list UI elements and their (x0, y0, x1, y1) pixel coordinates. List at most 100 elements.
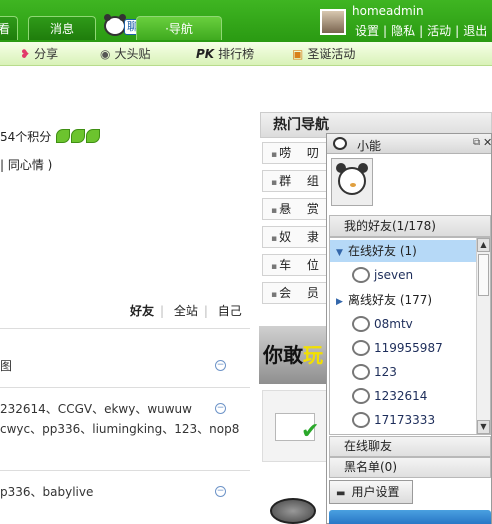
banner-text: 你敢 (263, 343, 303, 367)
feed-item-text: p336、babylive (0, 485, 94, 499)
my-friends-header[interactable]: 我的好友(1/178) (329, 215, 491, 237)
scroll-up-icon[interactable]: ▲ (477, 238, 490, 252)
online-chat-section[interactable]: 在线聊友 (329, 436, 491, 457)
activity-link[interactable]: 活动 (427, 24, 451, 38)
leaf-icon (56, 129, 71, 143)
top-header: 看 消息 聊 ·导航 homeadmin 设置 | 隐私 | 活动 | 退出 (0, 0, 492, 42)
big-post-label: 大头贴 (114, 47, 151, 61)
feed-item-text: 图 (0, 359, 13, 373)
tab-partial[interactable]: 看 (0, 16, 18, 40)
friend-name: 123 (374, 365, 397, 379)
popout-icon[interactable]: ⧉ (473, 137, 480, 148)
banner-highlight: 玩 (303, 343, 323, 367)
hot-nav-item[interactable]: 悬 赏 (262, 198, 330, 220)
chat-title: 小能 (357, 139, 382, 153)
collapse-icon[interactable]: − (215, 403, 226, 414)
checkmark-icon: ✔ (301, 419, 320, 444)
privacy-link[interactable]: 隐私 (391, 24, 415, 38)
friends-list[interactable]: ▼ 在线好友 (1) jseven ▶ 离线好友 (177) 08mtv 11995… (329, 237, 491, 435)
friend-name: 08mtv (374, 317, 413, 331)
logout-link[interactable]: 退出 (463, 24, 487, 38)
chat-footer-bar (329, 510, 491, 524)
leaf-icon (71, 129, 86, 143)
scroll-thumb[interactable] (478, 254, 489, 296)
group-label: 在线好友 (1) (348, 244, 417, 258)
points-text: 54个积分 (0, 130, 52, 144)
camera-icon: ◉ (100, 47, 111, 61)
divider (0, 470, 250, 471)
avatar[interactable] (320, 9, 346, 35)
gift-icon: ▣ (292, 47, 304, 61)
friend-name: 17173333 (374, 413, 436, 427)
friend-item[interactable]: 119955987 (352, 337, 443, 359)
tab-navigation[interactable]: ·导航 (136, 16, 222, 40)
chevron-right-icon: ▶ (336, 297, 343, 307)
points-line: 54个积分 (0, 128, 101, 145)
heart-icon: ❥ (20, 47, 31, 61)
mood-text[interactable]: | 同心情 ) (0, 156, 52, 173)
friend-item[interactable]: 08mtv (352, 313, 413, 335)
share-link[interactable]: ❥ 分享 (20, 45, 58, 63)
scrollbar[interactable]: ▲ ▼ (476, 238, 490, 434)
pk-icon: PK (196, 47, 215, 61)
chat-avatar[interactable] (331, 158, 373, 206)
hot-nav-item[interactable]: 车 位 (262, 254, 330, 276)
leaf-icon (86, 129, 101, 143)
sub-nav: ❥ 分享 ◉ 大头贴 PK 排行榜 ▣ 圣诞活动 (0, 42, 492, 66)
feed-item-text: 232614、CCGV、ekwy、wuwuw (0, 402, 192, 416)
blacklist-section[interactable]: 黑名单(0) (329, 457, 491, 478)
bear-icon (104, 14, 126, 36)
close-icon[interactable]: ✕ (483, 136, 492, 149)
divider (0, 387, 250, 388)
bear-icon (352, 388, 370, 404)
friend-item[interactable]: jseven (352, 264, 413, 286)
share-label: 分享 (34, 47, 59, 61)
hot-nav-item[interactable]: 会 员 (262, 282, 330, 304)
ranking-label: 排行榜 (218, 47, 255, 61)
chat-header[interactable]: 小能 ⧉ ✕ (327, 134, 492, 154)
collapse-icon[interactable]: − (215, 360, 226, 371)
chevron-down-icon: ▼ (336, 248, 343, 258)
ranking-link[interactable]: PK 排行榜 (196, 45, 254, 63)
feed-item-text: cwyc、pp336、liumingking、123、nop8 (0, 422, 240, 436)
bear-icon (352, 267, 370, 283)
friend-item[interactable]: 123 (352, 361, 397, 383)
hot-nav-item[interactable]: 奴 隶 (262, 226, 330, 248)
friend-name: 119955987 (374, 341, 443, 355)
bear-icon (336, 163, 368, 195)
bear-icon (352, 364, 370, 380)
friend-item[interactable]: 17173333 (352, 409, 435, 431)
christmas-link[interactable]: ▣ 圣诞活动 (292, 45, 355, 63)
friend-item[interactable]: 1232614 (352, 385, 427, 407)
user-settings-button[interactable]: ▬ 用户设置 (329, 480, 413, 504)
chat-popup: 小能 ⧉ ✕ 我的好友(1/178) ▼ 在线好友 (1) jseven ▶ 离线好… (326, 133, 492, 524)
promo-banner[interactable]: 你敢玩 (259, 326, 331, 384)
filter-friends[interactable]: 好友 (130, 304, 154, 318)
divider (0, 328, 250, 329)
user-settings-label: 用户设置 (351, 485, 400, 499)
big-post-link[interactable]: ◉ 大头贴 (100, 45, 151, 63)
bear-icon (352, 316, 370, 332)
christmas-label: 圣诞活动 (307, 47, 356, 61)
tab-news[interactable]: 消息 (28, 16, 96, 40)
filter-self[interactable]: 自己 (218, 304, 242, 318)
group-online[interactable]: ▼ 在线好友 (1) (330, 240, 476, 262)
bear-icon (352, 340, 370, 356)
group-label: 离线好友 (177) (348, 293, 433, 307)
chevron-down-icon: ▬ (336, 488, 346, 499)
friend-name: jseven (374, 268, 414, 282)
mail-box[interactable]: ✔ (262, 390, 332, 462)
group-offline[interactable]: ▶ 离线好友 (177) (330, 289, 476, 311)
bear-icon (352, 412, 370, 428)
friend-name: 1232614 (374, 389, 428, 403)
bear-icon (333, 137, 347, 150)
filter-all[interactable]: 全站 (174, 304, 198, 318)
user-links: 设置 | 隐私 | 活动 | 退出 (355, 24, 488, 38)
hot-nav-item[interactable]: 唠 叨 (262, 142, 330, 164)
username[interactable]: homeadmin (352, 4, 424, 18)
film-reel-icon (270, 498, 316, 524)
hot-nav-item[interactable]: 群 组 (262, 170, 330, 192)
collapse-icon[interactable]: − (215, 486, 226, 497)
scroll-down-icon[interactable]: ▼ (477, 420, 490, 434)
settings-link[interactable]: 设置 (355, 24, 379, 38)
